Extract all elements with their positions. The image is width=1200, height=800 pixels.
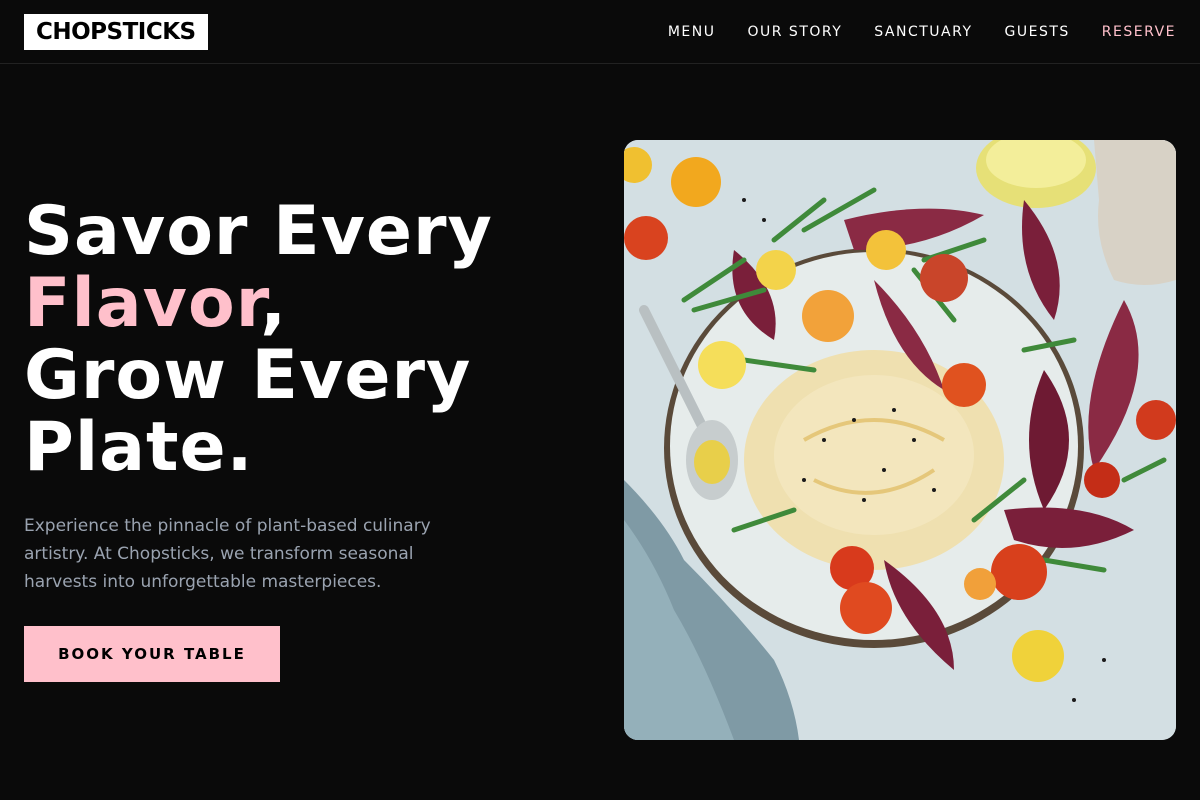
headline-line-4: Plate.	[24, 408, 254, 487]
headline-line-1: Savor Every	[24, 192, 493, 271]
headline-comma: ,	[260, 264, 288, 343]
hero-food-image	[624, 140, 1176, 740]
top-navigation: CHOPSTICKS MENU OUR STORY SANCTUARY GUES…	[0, 0, 1200, 64]
nav-item-our-story[interactable]: OUR STORY	[747, 24, 842, 40]
headline-line-2: Flavor,	[24, 268, 584, 340]
book-table-button[interactable]: BOOK YOUR TABLE	[24, 626, 280, 682]
brand-logo[interactable]: CHOPSTICKS	[24, 13, 208, 50]
headline-accent-word: Flavor	[24, 264, 261, 343]
hero-description: Experience the pinnacle of plant-based c…	[24, 516, 431, 592]
hero-text: Savor Every Flavor, Grow Every Plate. Ex…	[24, 196, 584, 596]
headline-line-3: Grow Every	[24, 336, 472, 415]
nav-item-guests[interactable]: GUESTS	[1005, 24, 1070, 40]
food-photo-illustration	[624, 140, 1176, 740]
nav-item-sanctuary[interactable]: SANCTUARY	[874, 24, 972, 40]
hero-headline: Savor Every Flavor, Grow Every Plate.	[24, 196, 584, 484]
nav-item-reserve[interactable]: RESERVE	[1102, 24, 1176, 40]
nav-links: MENU OUR STORY SANCTUARY GUESTS RESERVE	[668, 24, 1176, 40]
nav-item-menu[interactable]: MENU	[668, 24, 716, 40]
